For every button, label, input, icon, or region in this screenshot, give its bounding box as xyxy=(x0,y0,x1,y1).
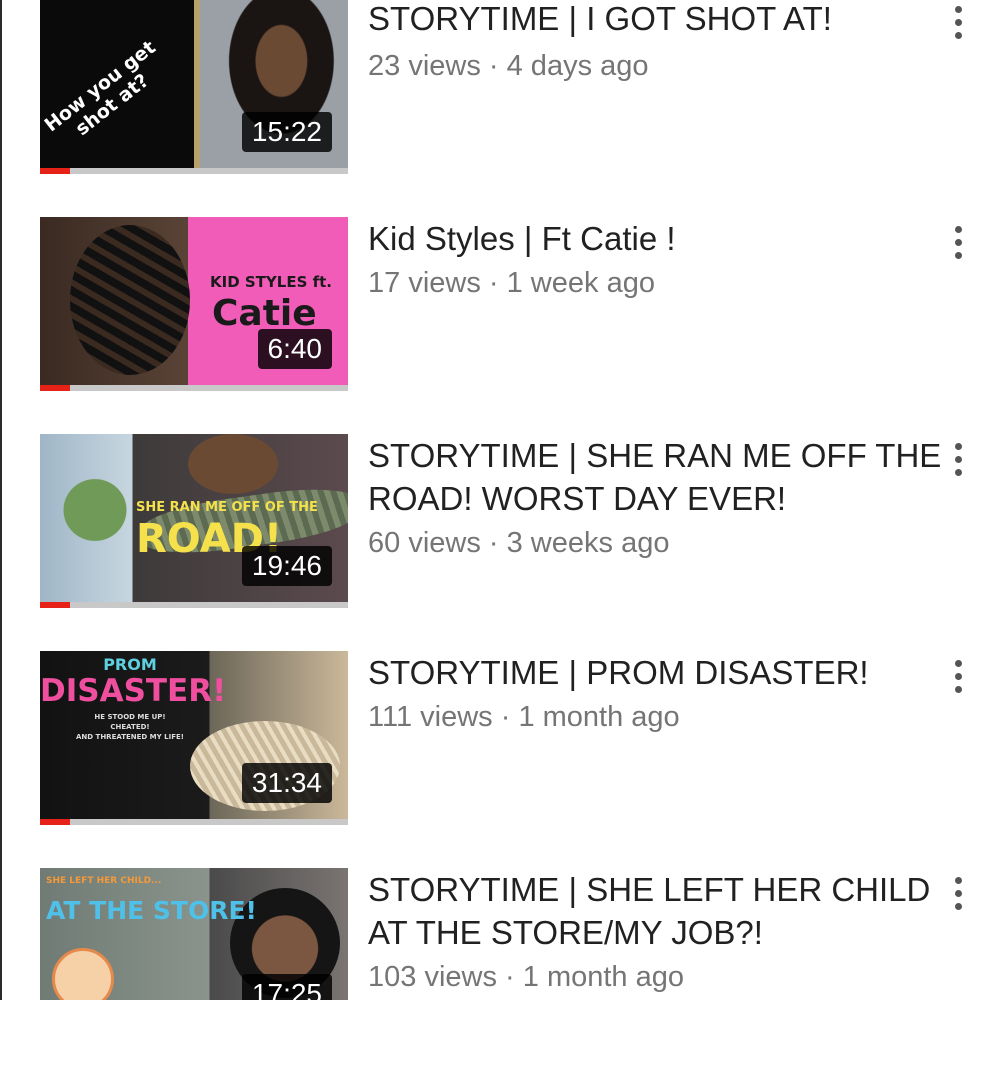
thumbnail-overlay-text: KID STYLES ft. Catie xyxy=(210,273,332,334)
video-item[interactable]: SHE RAN ME OFF OF THE ROAD! 19:46 STORYT… xyxy=(0,434,1000,634)
meta-separator: · xyxy=(488,50,499,82)
more-options-icon[interactable] xyxy=(940,0,976,47)
video-metadata: 103 views · 1 month ago xyxy=(368,961,684,994)
watch-progress-bar xyxy=(40,168,348,174)
video-metadata: 111 views · 1 month ago xyxy=(368,701,680,734)
view-count: 111 views xyxy=(368,701,493,733)
video-thumbnail[interactable]: PROM DISASTER! HE STOOD ME UP! CHEATED! … xyxy=(40,651,348,825)
meta-separator: · xyxy=(488,267,499,299)
upload-age: 4 days ago xyxy=(506,50,649,82)
thumbnail-baby-icon xyxy=(52,948,114,1000)
video-title[interactable]: Kid Styles | Ft Catie ! xyxy=(368,217,943,260)
video-title[interactable]: STORYTIME | PROM DISASTER! xyxy=(368,651,943,694)
video-item[interactable]: How you get shot at? 15:22 STORYTIME | I… xyxy=(0,0,1000,200)
thumbnail-overlay-text: SHE LEFT HER CHILD... AT THE STORE! xyxy=(46,876,257,925)
meta-separator: · xyxy=(488,527,499,559)
video-duration-badge: 31:34 xyxy=(241,763,332,803)
view-count: 17 views xyxy=(368,267,481,299)
video-duration-badge: 19:46 xyxy=(241,546,332,586)
thumbnail-overlay-text: PROM DISASTER! HE STOOD ME UP! CHEATED! … xyxy=(40,655,227,741)
video-title[interactable]: STORYTIME | SHE LEFT HER CHILD AT THE ST… xyxy=(368,868,943,954)
more-options-icon[interactable] xyxy=(940,434,976,484)
view-count: 103 views xyxy=(368,961,497,993)
meta-separator: · xyxy=(505,961,515,993)
more-options-icon[interactable] xyxy=(940,868,976,918)
video-metadata: 17 views · 1 week ago xyxy=(368,267,655,300)
video-metadata: 60 views · 3 weeks ago xyxy=(368,527,669,560)
video-item[interactable]: SHE LEFT HER CHILD... AT THE STORE! 17:2… xyxy=(0,868,1000,1068)
watch-progress-bar xyxy=(40,602,348,608)
video-item[interactable]: PROM DISASTER! HE STOOD ME UP! CHEATED! … xyxy=(0,651,1000,851)
upload-age: 1 month ago xyxy=(518,701,680,733)
meta-separator: · xyxy=(500,701,511,733)
view-count: 23 views xyxy=(368,50,481,82)
video-duration-badge: 15:22 xyxy=(241,112,332,152)
video-title[interactable]: STORYTIME | SHE RAN ME OFF THE ROAD! WOR… xyxy=(368,434,943,520)
video-duration-badge: 6:40 xyxy=(257,329,332,369)
video-thumbnail[interactable]: SHE RAN ME OFF OF THE ROAD! 19:46 xyxy=(40,434,348,608)
view-count: 60 views xyxy=(368,527,481,559)
video-metadata: 23 views · 4 days ago xyxy=(368,50,649,83)
video-thumbnail[interactable]: SHE LEFT HER CHILD... AT THE STORE! 17:2… xyxy=(40,868,348,1000)
thumbnail-overlay-text: How you get shot at? xyxy=(40,36,160,141)
upload-age: 1 month ago xyxy=(522,961,684,993)
video-thumbnail[interactable]: How you get shot at? 15:22 xyxy=(40,0,348,174)
upload-age: 3 weeks ago xyxy=(506,527,670,559)
watch-progress-bar xyxy=(40,385,348,391)
thumbnail-person-image xyxy=(70,225,190,375)
upload-age: 1 week ago xyxy=(506,267,655,299)
video-item[interactable]: KID STYLES ft. Catie 6:40 Kid Styles | F… xyxy=(0,217,1000,417)
thumbnail-tree-image xyxy=(40,474,150,564)
more-options-icon[interactable] xyxy=(940,217,976,267)
thumbnail-person-image xyxy=(188,434,278,494)
watch-progress-bar xyxy=(40,819,348,825)
more-options-icon[interactable] xyxy=(940,651,976,701)
video-title[interactable]: STORYTIME | I GOT SHOT AT! xyxy=(368,0,943,40)
video-thumbnail[interactable]: KID STYLES ft. Catie 6:40 xyxy=(40,217,348,391)
video-duration-badge: 17:25 xyxy=(241,974,332,1000)
